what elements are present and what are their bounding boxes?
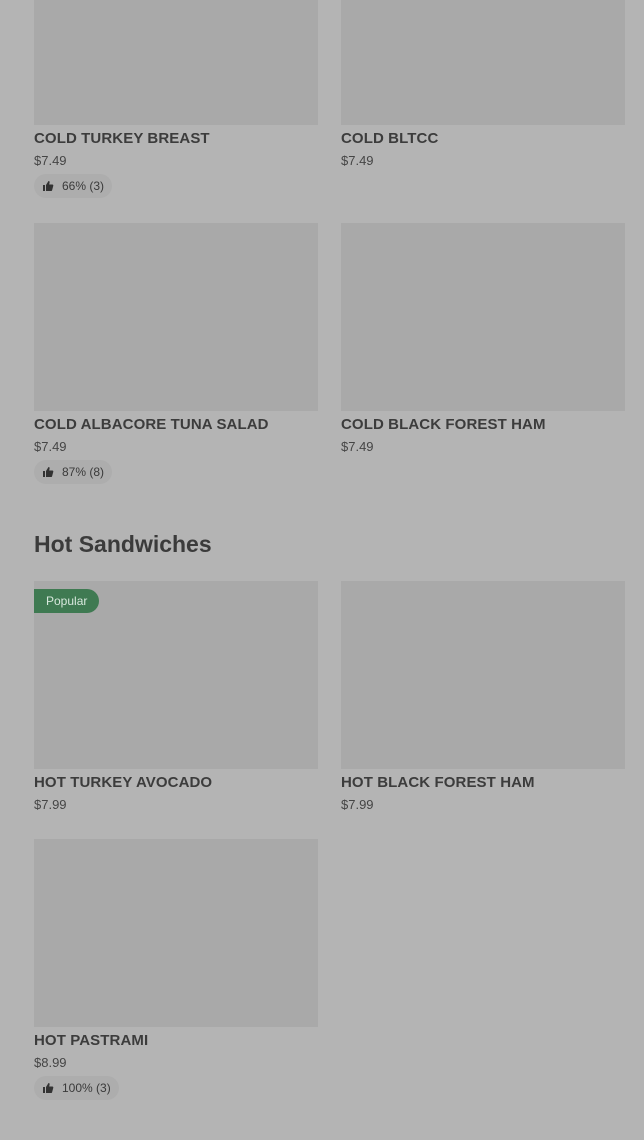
menu-item-price: $7.99	[341, 797, 374, 812]
menu-item-image[interactable]	[34, 839, 318, 1027]
thumbs-up-icon	[43, 467, 54, 477]
popular-badge: Popular	[34, 589, 100, 613]
menu-item-price: $7.49	[341, 153, 374, 168]
menu-item-price: $7.49	[34, 439, 67, 454]
rating-text: 100% (3)	[62, 1081, 111, 1095]
menu-item-name: HOT TURKEY AVOCADO	[34, 774, 213, 791]
rating-text: 66% (3)	[62, 179, 105, 193]
menu-item-card[interactable]: COLD BLTCC $7.49	[341, 0, 625, 168]
menu-item-card[interactable]: COLD ALBACORE TUNA SALAD $7.49 87% (8)	[34, 223, 318, 484]
thumbs-up-icon	[43, 1083, 54, 1093]
menu-item-price: $7.49	[34, 153, 67, 168]
menu-item-card[interactable]: COLD BLACK FOREST HAM $7.49	[341, 223, 625, 454]
menu-item-card[interactable]: COLD TURKEY BREAST $7.49 66% (3)	[34, 0, 318, 198]
menu-item-card[interactable]: Popular HOT TURKEY AVOCADO $7.99	[34, 581, 318, 812]
menu-item-card[interactable]: HOT PASTRAMI $8.99 100% (3)	[34, 839, 318, 1100]
rating-badge: 66% (3)	[34, 174, 113, 198]
menu-item-name: COLD TURKEY BREAST	[34, 130, 210, 147]
rating-badge: 100% (3)	[34, 1076, 119, 1100]
menu-item-price: $8.99	[34, 1055, 67, 1070]
rating-badge: 87% (8)	[34, 460, 113, 484]
menu-item-name: HOT BLACK FOREST HAM	[341, 774, 535, 791]
thumbs-up-icon	[43, 181, 54, 191]
menu-item-name: COLD BLTCC	[341, 130, 439, 147]
menu-item-name: COLD BLACK FOREST HAM	[341, 416, 546, 433]
menu-item-image[interactable]	[34, 0, 318, 125]
menu-item-image[interactable]: Popular	[34, 581, 318, 769]
menu-item-name: HOT PASTRAMI	[34, 1032, 149, 1049]
menu-item-image[interactable]	[341, 223, 625, 411]
menu-item-card[interactable]: HOT BLACK FOREST HAM $7.99	[341, 581, 625, 812]
menu-item-price: $7.99	[34, 797, 67, 812]
menu-item-image[interactable]	[34, 223, 318, 411]
section-title-hot-sandwiches: Hot Sandwiches	[34, 531, 212, 557]
menu-item-image[interactable]	[341, 581, 625, 769]
menu-item-price: $7.49	[341, 439, 374, 454]
menu-item-image[interactable]	[341, 0, 625, 125]
rating-text: 87% (8)	[62, 465, 105, 479]
menu-item-name: COLD ALBACORE TUNA SALAD	[34, 416, 269, 433]
